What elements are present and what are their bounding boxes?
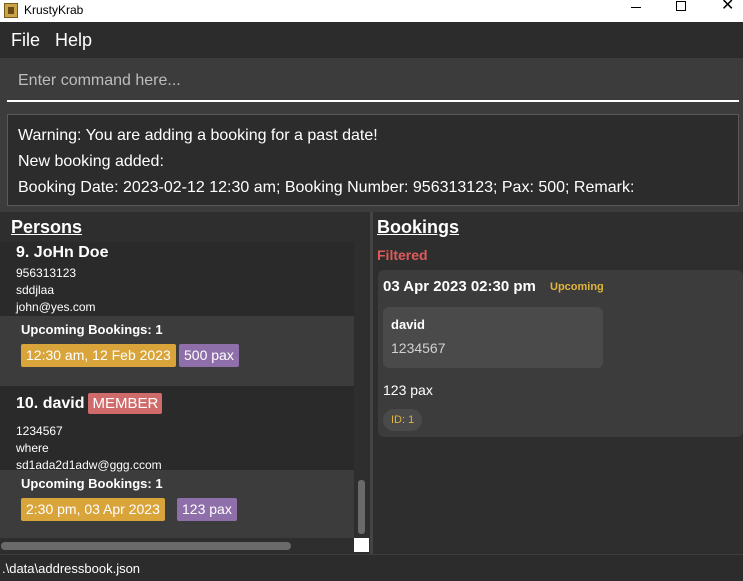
persons-list[interactable]: 9. JoHn Doe 956313123 sddjlaa john@yes.c… (0, 242, 354, 542)
person-email: sd1ada2d1adw@ggg.ccom (16, 458, 162, 472)
close-icon: ✕ (721, 0, 735, 14)
booking-time-chip: 2:30 pm, 03 Apr 2023 (21, 498, 165, 521)
bookings-panel: Bookings Filtered 03 Apr 2023 02:30 pm U… (373, 212, 743, 554)
person-card[interactable]: 9. JoHn Doe 956313123 sddjlaa john@yes.c… (0, 242, 354, 374)
person-address: sddjlaa (16, 283, 55, 297)
persons-panel: Persons 9. JoHn Doe 956313123 sddjlaa jo… (0, 212, 370, 554)
person-details: 9. JoHn Doe 956313123 sddjlaa john@yes.c… (0, 242, 354, 316)
result-line-warning: Warning: You are adding a booking for a … (18, 127, 378, 144)
bookings-header: Bookings (377, 217, 460, 237)
person-name: 9. JoHn Doe (16, 244, 109, 261)
booking-date: 03 Apr 2023 02:30 pm (383, 278, 536, 295)
maximize-button[interactable] (659, 0, 705, 22)
result-display: Warning: You are adding a booking for a … (7, 114, 739, 206)
result-line-details: Booking Date: 2023-02-12 12:30 am; Booki… (18, 179, 635, 196)
app-icon (4, 3, 18, 18)
persons-header: Persons (11, 217, 83, 237)
person-address: where (16, 441, 49, 455)
booking-id-badge: ID: 1 (383, 409, 423, 431)
menu-help[interactable]: Help (55, 30, 92, 51)
booking-status: Upcoming (550, 281, 604, 293)
menu-file[interactable]: File (11, 30, 40, 51)
upcoming-bookings-label: Upcoming Bookings: 1 (21, 476, 163, 491)
member-tag: MEMBER (88, 393, 163, 414)
person-name: 10. david MEMBER (16, 393, 163, 414)
person-phone: 956313123 (16, 266, 77, 280)
title-bar: KrustyKrab ✕ (0, 0, 743, 22)
persons-horizontal-scrollbar[interactable] (1, 542, 291, 550)
booking-card[interactable]: 03 Apr 2023 02:30 pm Upcoming david 1234… (378, 270, 743, 437)
person-email: john@yes.com (16, 300, 96, 314)
booking-person-phone: 1234567 (391, 340, 446, 356)
scroll-corner (354, 538, 369, 552)
command-input[interactable] (7, 62, 739, 100)
booking-person-name: david (391, 317, 425, 332)
booking-time-chip: 12:30 am, 12 Feb 2023 (21, 344, 176, 367)
filtered-label: Filtered (377, 247, 428, 263)
maximize-icon (676, 1, 686, 11)
status-bar: .\data\addressbook.json (0, 555, 743, 581)
booking-pax-chip: 500 pax (179, 344, 239, 367)
minimize-icon (631, 7, 641, 8)
result-line-added: New booking added: (18, 153, 164, 170)
upcoming-bookings-label: Upcoming Bookings: 1 (21, 322, 163, 337)
status-file-path: .\data\addressbook.json (2, 561, 141, 576)
person-phone: 1234567 (16, 424, 63, 438)
minimize-button[interactable] (613, 0, 659, 22)
command-box (7, 62, 739, 102)
menu-bar: File Help (0, 22, 743, 58)
booking-pax: 123 pax (383, 382, 433, 398)
person-card[interactable]: 10. david MEMBER 1234567 where sd1ada2d1a… (0, 386, 354, 540)
booking-pax-chip: 123 pax (177, 498, 237, 521)
person-details: 10. david MEMBER 1234567 where sd1ada2d1a… (0, 386, 354, 472)
booking-person-card: david 1234567 (383, 307, 603, 368)
persons-vertical-scrollbar[interactable] (358, 480, 365, 534)
close-button[interactable]: ✕ (705, 0, 743, 22)
window-title: KrustyKrab (24, 3, 84, 17)
